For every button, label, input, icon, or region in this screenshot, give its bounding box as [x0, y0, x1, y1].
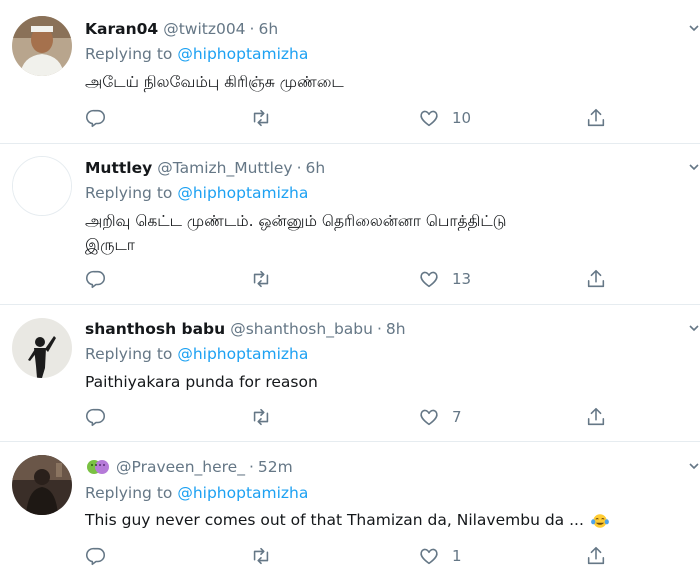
- share-button[interactable]: [585, 544, 607, 568]
- avatar[interactable]: [12, 16, 72, 76]
- retweet-icon: [253, 109, 269, 127]
- timestamp[interactable]: 52m: [258, 458, 293, 476]
- like-count: 7: [452, 408, 462, 426]
- reply-button[interactable]: [85, 106, 107, 130]
- user-handle[interactable]: @Praveen_here_: [116, 458, 245, 476]
- separator-dot: ·: [248, 458, 254, 476]
- reply-icon: [86, 109, 106, 128]
- tweet-text-line: இருடா: [85, 236, 135, 254]
- chevron-down-icon[interactable]: [688, 462, 700, 472]
- heart-icon: [420, 271, 438, 288]
- chevron-down-icon[interactable]: [688, 24, 700, 34]
- retweet-button[interactable]: [250, 267, 272, 291]
- display-name[interactable]: shanthosh babu: [85, 320, 225, 338]
- avatar[interactable]: [12, 318, 72, 378]
- replying-to-label: Replying to: [85, 45, 173, 63]
- user-handle[interactable]: @Tamizh_Muttley: [157, 159, 292, 177]
- like-count: 10: [452, 109, 472, 127]
- share-icon: [587, 407, 605, 426]
- tweet-text: This guy never comes out of that Thamiza…: [85, 508, 685, 532]
- like-count: 13: [452, 270, 472, 288]
- tweet-header: Karan04 @twitz004 · 6h: [85, 18, 278, 40]
- reply-feed: Karan04 @twitz004 · 6h Replying to @hiph…: [0, 0, 700, 583]
- share-button[interactable]: [585, 405, 607, 429]
- mention-link[interactable]: @hiphoptamizha: [177, 484, 308, 502]
- user-handle[interactable]: @shanthosh_babu: [230, 320, 373, 338]
- silhouette-avatar-icon: [12, 318, 72, 378]
- share-icon: [587, 546, 605, 565]
- replying-to-label: Replying to: [85, 345, 173, 363]
- display-name[interactable]: Karan04: [85, 20, 158, 38]
- replying-to-label: Replying to: [85, 484, 173, 502]
- share-button[interactable]: [585, 106, 607, 130]
- tweet-3[interactable]: shanthosh babu @shanthosh_babu · 8h Repl…: [0, 305, 700, 442]
- default-blank-avatar-icon: [13, 157, 71, 215]
- share-button[interactable]: [585, 267, 607, 291]
- tweet-text: அறிவு கெட்ட முண்டம். ஒன்னும் தெரிலைன்னா …: [85, 209, 685, 257]
- timestamp[interactable]: 8h: [386, 320, 406, 338]
- display-name[interactable]: Muttley: [85, 159, 152, 177]
- reply-icon: [86, 270, 106, 289]
- like-button[interactable]: 7: [418, 405, 462, 429]
- reply-icon: [86, 408, 106, 427]
- reply-button[interactable]: [85, 405, 107, 429]
- retweet-button[interactable]: [250, 106, 272, 130]
- dark-photo-avatar-icon: [12, 455, 72, 515]
- user-handle[interactable]: @twitz004: [163, 20, 245, 38]
- replying-to: Replying to @hiphoptamizha: [85, 184, 308, 202]
- reply-icon: [86, 547, 106, 566]
- replying-to-label: Replying to: [85, 184, 173, 202]
- mention-link[interactable]: @hiphoptamizha: [177, 45, 308, 63]
- retweet-icon: [253, 408, 269, 426]
- tweet-header: @Praveen_here_ · 52m: [85, 456, 293, 478]
- user-photo-avatar-icon: [12, 16, 72, 76]
- avatar[interactable]: [12, 455, 72, 515]
- heart-icon: [420, 548, 438, 565]
- tweet-header: Muttley @Tamizh_Muttley · 6h: [85, 157, 325, 179]
- separator-dot: ·: [376, 320, 382, 338]
- like-button[interactable]: 13: [418, 267, 471, 291]
- like-button[interactable]: 1: [418, 544, 462, 568]
- separator-dot: ·: [296, 159, 302, 177]
- tears-of-joy-emoji-icon: [590, 513, 609, 528]
- replying-to: Replying to @hiphoptamizha: [85, 45, 308, 63]
- heart-icon: [420, 110, 438, 127]
- retweet-button[interactable]: [250, 544, 272, 568]
- tweet-text: அடேய் நிலவேம்பு கிரிஞ்சு முண்டை: [85, 73, 344, 91]
- replying-to: Replying to @hiphoptamizha: [85, 484, 308, 502]
- tweet-2[interactable]: Muttley @Tamizh_Muttley · 6h Replying to…: [0, 144, 700, 305]
- tweet-header: shanthosh babu @shanthosh_babu · 8h: [85, 318, 406, 340]
- mention-link[interactable]: @hiphoptamizha: [177, 184, 308, 202]
- heart-icon: [420, 409, 438, 426]
- reply-button[interactable]: [85, 267, 107, 291]
- avatar[interactable]: [12, 156, 72, 216]
- retweet-button[interactable]: [250, 405, 272, 429]
- separator-dot: ·: [249, 20, 255, 38]
- share-icon: [587, 269, 605, 288]
- share-icon: [587, 108, 605, 127]
- tweet-text-content: This guy never comes out of that Thamiza…: [85, 511, 584, 529]
- retweet-icon: [253, 270, 269, 288]
- timestamp[interactable]: 6h: [306, 159, 326, 177]
- tweet-text-line: அறிவு கெட்ட முண்டம். ஒன்னும் தெரிலைன்னா …: [85, 212, 507, 230]
- tweet-text: Paithiyakara punda for reason: [85, 373, 318, 391]
- chevron-down-icon[interactable]: [688, 324, 700, 334]
- reply-button[interactable]: [85, 544, 107, 568]
- action-bar: 10: [85, 106, 625, 130]
- retweet-icon: [253, 547, 269, 565]
- action-bar: 1: [85, 544, 625, 568]
- chevron-down-icon[interactable]: [688, 163, 700, 173]
- like-count: 1: [452, 547, 462, 565]
- theater-masks-emoji-icon: [87, 460, 109, 474]
- action-bar: 13: [85, 267, 625, 291]
- timestamp[interactable]: 6h: [258, 20, 278, 38]
- replying-to: Replying to @hiphoptamizha: [85, 345, 308, 363]
- mention-link[interactable]: @hiphoptamizha: [177, 345, 308, 363]
- action-bar: 7: [85, 405, 625, 429]
- like-button[interactable]: 10: [418, 106, 471, 130]
- tweet-4[interactable]: @Praveen_here_ · 52m Replying to @hiphop…: [0, 442, 700, 583]
- tweet-1[interactable]: Karan04 @twitz004 · 6h Replying to @hiph…: [0, 0, 700, 144]
